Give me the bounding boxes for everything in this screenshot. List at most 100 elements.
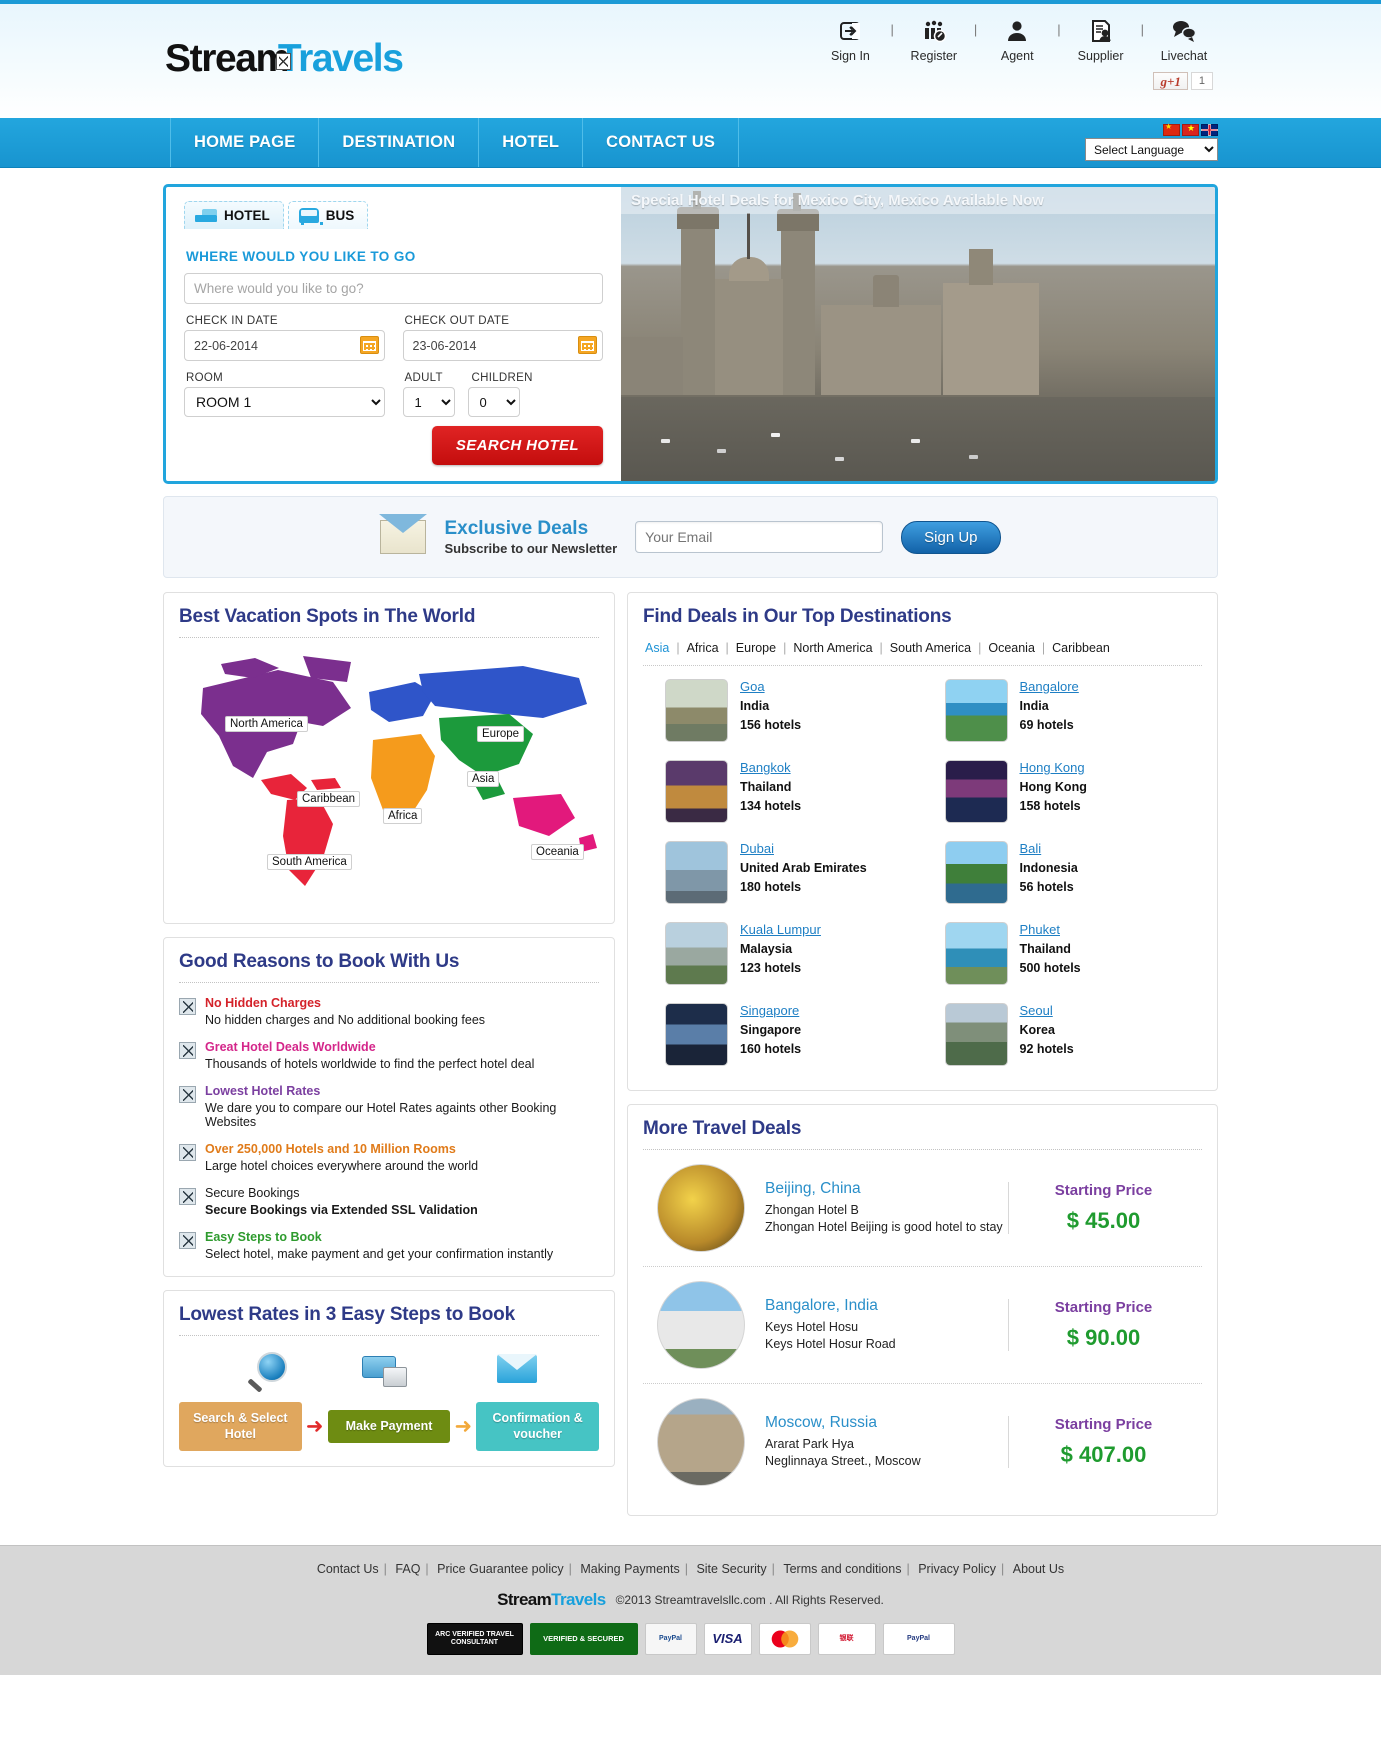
footer-link-making-payments[interactable]: Making Payments bbox=[575, 1562, 684, 1576]
content-columns: Best Vacation Spots in The World North A… bbox=[163, 592, 1218, 1529]
arrow-right-icon: ➜ bbox=[454, 1415, 473, 1439]
deal-address: Zhongan Hotel Beijing is good hotel to s… bbox=[765, 1220, 1003, 1235]
newsletter-text: Exclusive Deals Subscribe to our Newslet… bbox=[444, 518, 617, 556]
region-tab-north-america[interactable]: North America bbox=[786, 641, 879, 655]
region-tab-africa[interactable]: Africa bbox=[680, 641, 726, 655]
flag-china-icon[interactable] bbox=[1163, 122, 1180, 136]
hero-image[interactable]: Special Hotel Deals for Mexico City, Mex… bbox=[621, 187, 1215, 481]
mastercard-badge[interactable] bbox=[758, 1623, 811, 1655]
unionpay-badge[interactable]: 银联 bbox=[817, 1623, 876, 1655]
newsletter-signup-button[interactable]: Sign Up bbox=[901, 520, 1001, 554]
user-nav-register[interactable]: Register bbox=[900, 16, 968, 63]
destination-hotel-count: 56 hotels bbox=[1019, 880, 1074, 894]
reason-desc: Select hotel, make payment and get your … bbox=[205, 1247, 554, 1261]
destination-input[interactable] bbox=[184, 273, 603, 304]
calendar-icon[interactable] bbox=[578, 336, 597, 354]
region-tab-caribbean[interactable]: Caribbean bbox=[1045, 641, 1117, 655]
tab-hotel[interactable]: HOTEL bbox=[184, 201, 284, 229]
destination-country: India bbox=[1019, 699, 1049, 713]
destination-card[interactable]: Bali Indonesia 56 hotels bbox=[923, 832, 1203, 913]
room-select[interactable]: ROOM 1 bbox=[184, 387, 385, 417]
destination-name[interactable]: Singapore bbox=[740, 1003, 801, 1018]
adult-select[interactable]: 1 bbox=[402, 387, 455, 417]
search-hotel-button[interactable]: SEARCH HOTEL bbox=[431, 426, 603, 465]
checkin-field-wrap bbox=[184, 330, 385, 361]
seoul-thumbnail bbox=[944, 1003, 1008, 1066]
deal-row[interactable]: Moscow, Russia Ararat Park Hya Neglinnay… bbox=[643, 1384, 1202, 1500]
children-select[interactable]: 0 bbox=[467, 387, 520, 417]
tab-bus[interactable]: BUS bbox=[287, 201, 369, 229]
visa-badge[interactable]: VISA bbox=[703, 1623, 752, 1655]
region-tab-europe[interactable]: Europe bbox=[729, 641, 783, 655]
user-nav-supplier-label: Supplier bbox=[1077, 49, 1124, 63]
user-nav-agent[interactable]: Agent bbox=[983, 16, 1051, 63]
user-nav-supplier[interactable]: Supplier bbox=[1067, 16, 1135, 63]
site-logo[interactable]: StreamTravels bbox=[165, 37, 404, 81]
step-search-select-hotel[interactable]: Search & Select Hotel bbox=[179, 1402, 302, 1452]
destination-card[interactable]: Hong Kong Hong Kong 158 hotels bbox=[923, 751, 1203, 832]
destination-card[interactable]: Goa India 156 hotels bbox=[643, 670, 923, 751]
paypal-secure-badge[interactable]: PayPal bbox=[882, 1623, 955, 1655]
user-nav-livechat[interactable]: Livechat bbox=[1150, 16, 1218, 63]
google-plus-one[interactable]: g+1 1 bbox=[1153, 72, 1213, 90]
broken-image-icon bbox=[179, 1042, 196, 1059]
nav-item-hotel[interactable]: HOTEL bbox=[479, 118, 584, 167]
destination-name[interactable]: Goa bbox=[740, 679, 801, 694]
step-confirmation-voucher[interactable]: Confirmation & voucher bbox=[476, 1402, 600, 1452]
newsletter-email-input[interactable] bbox=[635, 521, 884, 553]
destination-name[interactable]: Dubai bbox=[740, 841, 867, 856]
broken-image-icon bbox=[179, 1144, 196, 1161]
destination-card[interactable]: Kuala Lumpur Malaysia 123 hotels bbox=[643, 913, 923, 994]
region-tab-south-america[interactable]: South America bbox=[883, 641, 978, 655]
footer-link-price-guarantee-policy[interactable]: Price Guarantee policy bbox=[432, 1562, 568, 1576]
footer-link-site-security[interactable]: Site Security bbox=[691, 1562, 771, 1576]
paypal-verified-badge[interactable]: PayPal bbox=[644, 1623, 697, 1655]
nav-item-home-page[interactable]: HOME PAGE bbox=[170, 118, 320, 167]
destination-name[interactable]: Bangkok bbox=[740, 760, 801, 775]
logo-text-primary: Stream bbox=[165, 37, 290, 80]
footer-link-privacy-policy[interactable]: Privacy Policy bbox=[913, 1562, 1001, 1576]
nav-item-contact-us[interactable]: CONTACT US bbox=[583, 118, 740, 167]
destination-name[interactable]: Bangalore bbox=[1020, 679, 1079, 694]
footer-link-faq[interactable]: FAQ bbox=[390, 1562, 425, 1576]
destination-hotel-count: 123 hotels bbox=[740, 961, 802, 975]
destination-name[interactable]: Phuket bbox=[1020, 922, 1081, 937]
deal-row[interactable]: Beijing, China Zhongan Hotel B Zhongan H… bbox=[643, 1150, 1202, 1267]
destination-name[interactable]: Bali bbox=[1020, 841, 1078, 856]
nav-item-destination[interactable]: DESTINATION bbox=[319, 118, 480, 167]
checkin-input[interactable] bbox=[184, 330, 385, 361]
phuket-thumbnail bbox=[944, 922, 1008, 985]
region-tab-oceania[interactable]: Oceania bbox=[981, 641, 1042, 655]
destination-card[interactable]: Bangalore India 69 hotels bbox=[923, 670, 1203, 751]
destination-name[interactable]: Seoul bbox=[1020, 1003, 1074, 1018]
deal-row[interactable]: Bangalore, India Keys Hotel Hosu Keys Ho… bbox=[643, 1267, 1202, 1384]
gplus-button-label[interactable]: g+1 bbox=[1153, 72, 1188, 90]
user-nav-signin[interactable]: Sign In bbox=[816, 16, 884, 63]
destination-card[interactable]: Seoul Korea 92 hotels bbox=[923, 994, 1203, 1075]
bed-icon bbox=[195, 209, 217, 222]
step-make-payment[interactable]: Make Payment bbox=[327, 1409, 451, 1444]
vtc-arc-badge[interactable]: ARC VERIFIED TRAVEL CONSULTANT bbox=[426, 1623, 523, 1655]
calendar-icon[interactable] bbox=[359, 336, 379, 354]
footer-link-terms-and-conditions[interactable]: Terms and conditions bbox=[778, 1562, 906, 1576]
region-tab-asia[interactable]: Asia bbox=[643, 641, 676, 655]
checkout-input[interactable] bbox=[402, 330, 603, 361]
destination-card[interactable]: Phuket Thailand 500 hotels bbox=[923, 913, 1203, 994]
language-select[interactable]: Select Language bbox=[1085, 138, 1218, 161]
logo-mark-icon bbox=[275, 53, 291, 70]
destination-card[interactable]: Singapore Singapore 160 hotels bbox=[643, 994, 923, 1075]
destination-card[interactable]: Dubai United Arab Emirates 180 hotels bbox=[643, 832, 923, 913]
godaddy-badge[interactable]: VERIFIED & SECURED bbox=[529, 1623, 638, 1655]
left-column: Best Vacation Spots in The World North A… bbox=[163, 592, 615, 1480]
dubai-thumbnail bbox=[665, 841, 728, 904]
checkout-label: CHECK OUT DATE bbox=[404, 315, 510, 327]
destination-name[interactable]: Hong Kong bbox=[1020, 760, 1087, 775]
flag-vietnam-icon[interactable] bbox=[1182, 123, 1199, 136]
world-map[interactable]: North America Europe Asia Caribbean Afri… bbox=[179, 646, 599, 908]
footer-link-contact-us[interactable]: Contact Us bbox=[312, 1562, 384, 1576]
destination-card[interactable]: Bangkok Thailand 134 hotels bbox=[643, 751, 923, 832]
destination-hotel-count: 500 hotels bbox=[1019, 961, 1081, 975]
footer-link-about-us[interactable]: About Us bbox=[1008, 1562, 1069, 1576]
flag-uk-icon[interactable] bbox=[1201, 124, 1218, 136]
destination-name[interactable]: Kuala Lumpur bbox=[740, 922, 821, 937]
